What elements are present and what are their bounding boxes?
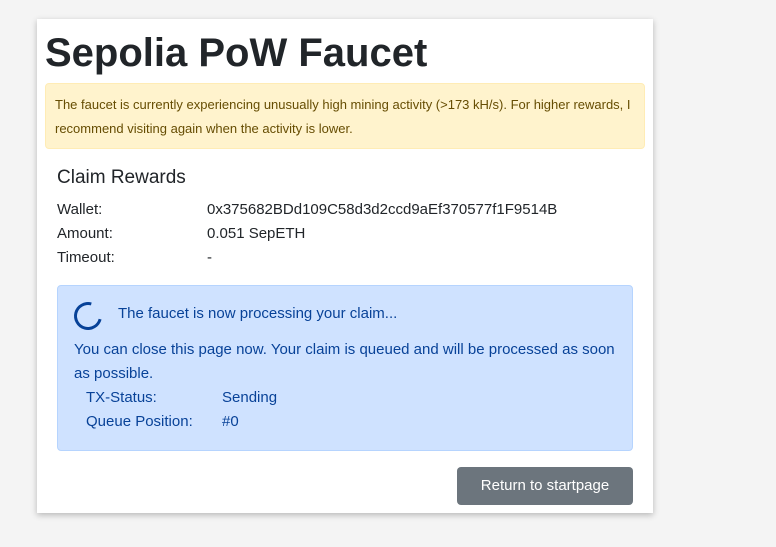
wallet-label: Wallet: (57, 201, 103, 218)
processing-message: You can close this page now. Your claim … (74, 341, 615, 382)
claim-rewards-heading: Claim Rewards (57, 167, 186, 188)
return-to-startpage-button[interactable]: Return to startpage (457, 467, 633, 505)
page-title: Sepolia PoW Faucet (45, 31, 428, 75)
timeout-value: - (207, 249, 212, 266)
high-activity-warning: The faucet is currently experiencing unu… (45, 83, 645, 149)
processing-alert: The faucet is now processing your claim.… (57, 285, 633, 451)
processing-title: The faucet is now processing your claim.… (118, 305, 398, 322)
tx-status-label: TX-Status: (86, 389, 157, 406)
amount-value: 0.051 SepETH (207, 225, 306, 242)
tx-status-value: Sending (222, 389, 278, 406)
wallet-address: 0x375682BDd109C58d3d2ccd9aEf370577f1F951… (207, 201, 558, 218)
queue-position-label: Queue Position: (86, 413, 193, 430)
queue-position-value: #0 (222, 413, 239, 430)
loading-spinner-icon (68, 296, 108, 336)
timeout-label: Timeout: (57, 249, 115, 266)
amount-label: Amount: (57, 225, 113, 242)
faucet-card: Sepolia PoW Faucet The faucet is current… (37, 19, 653, 513)
